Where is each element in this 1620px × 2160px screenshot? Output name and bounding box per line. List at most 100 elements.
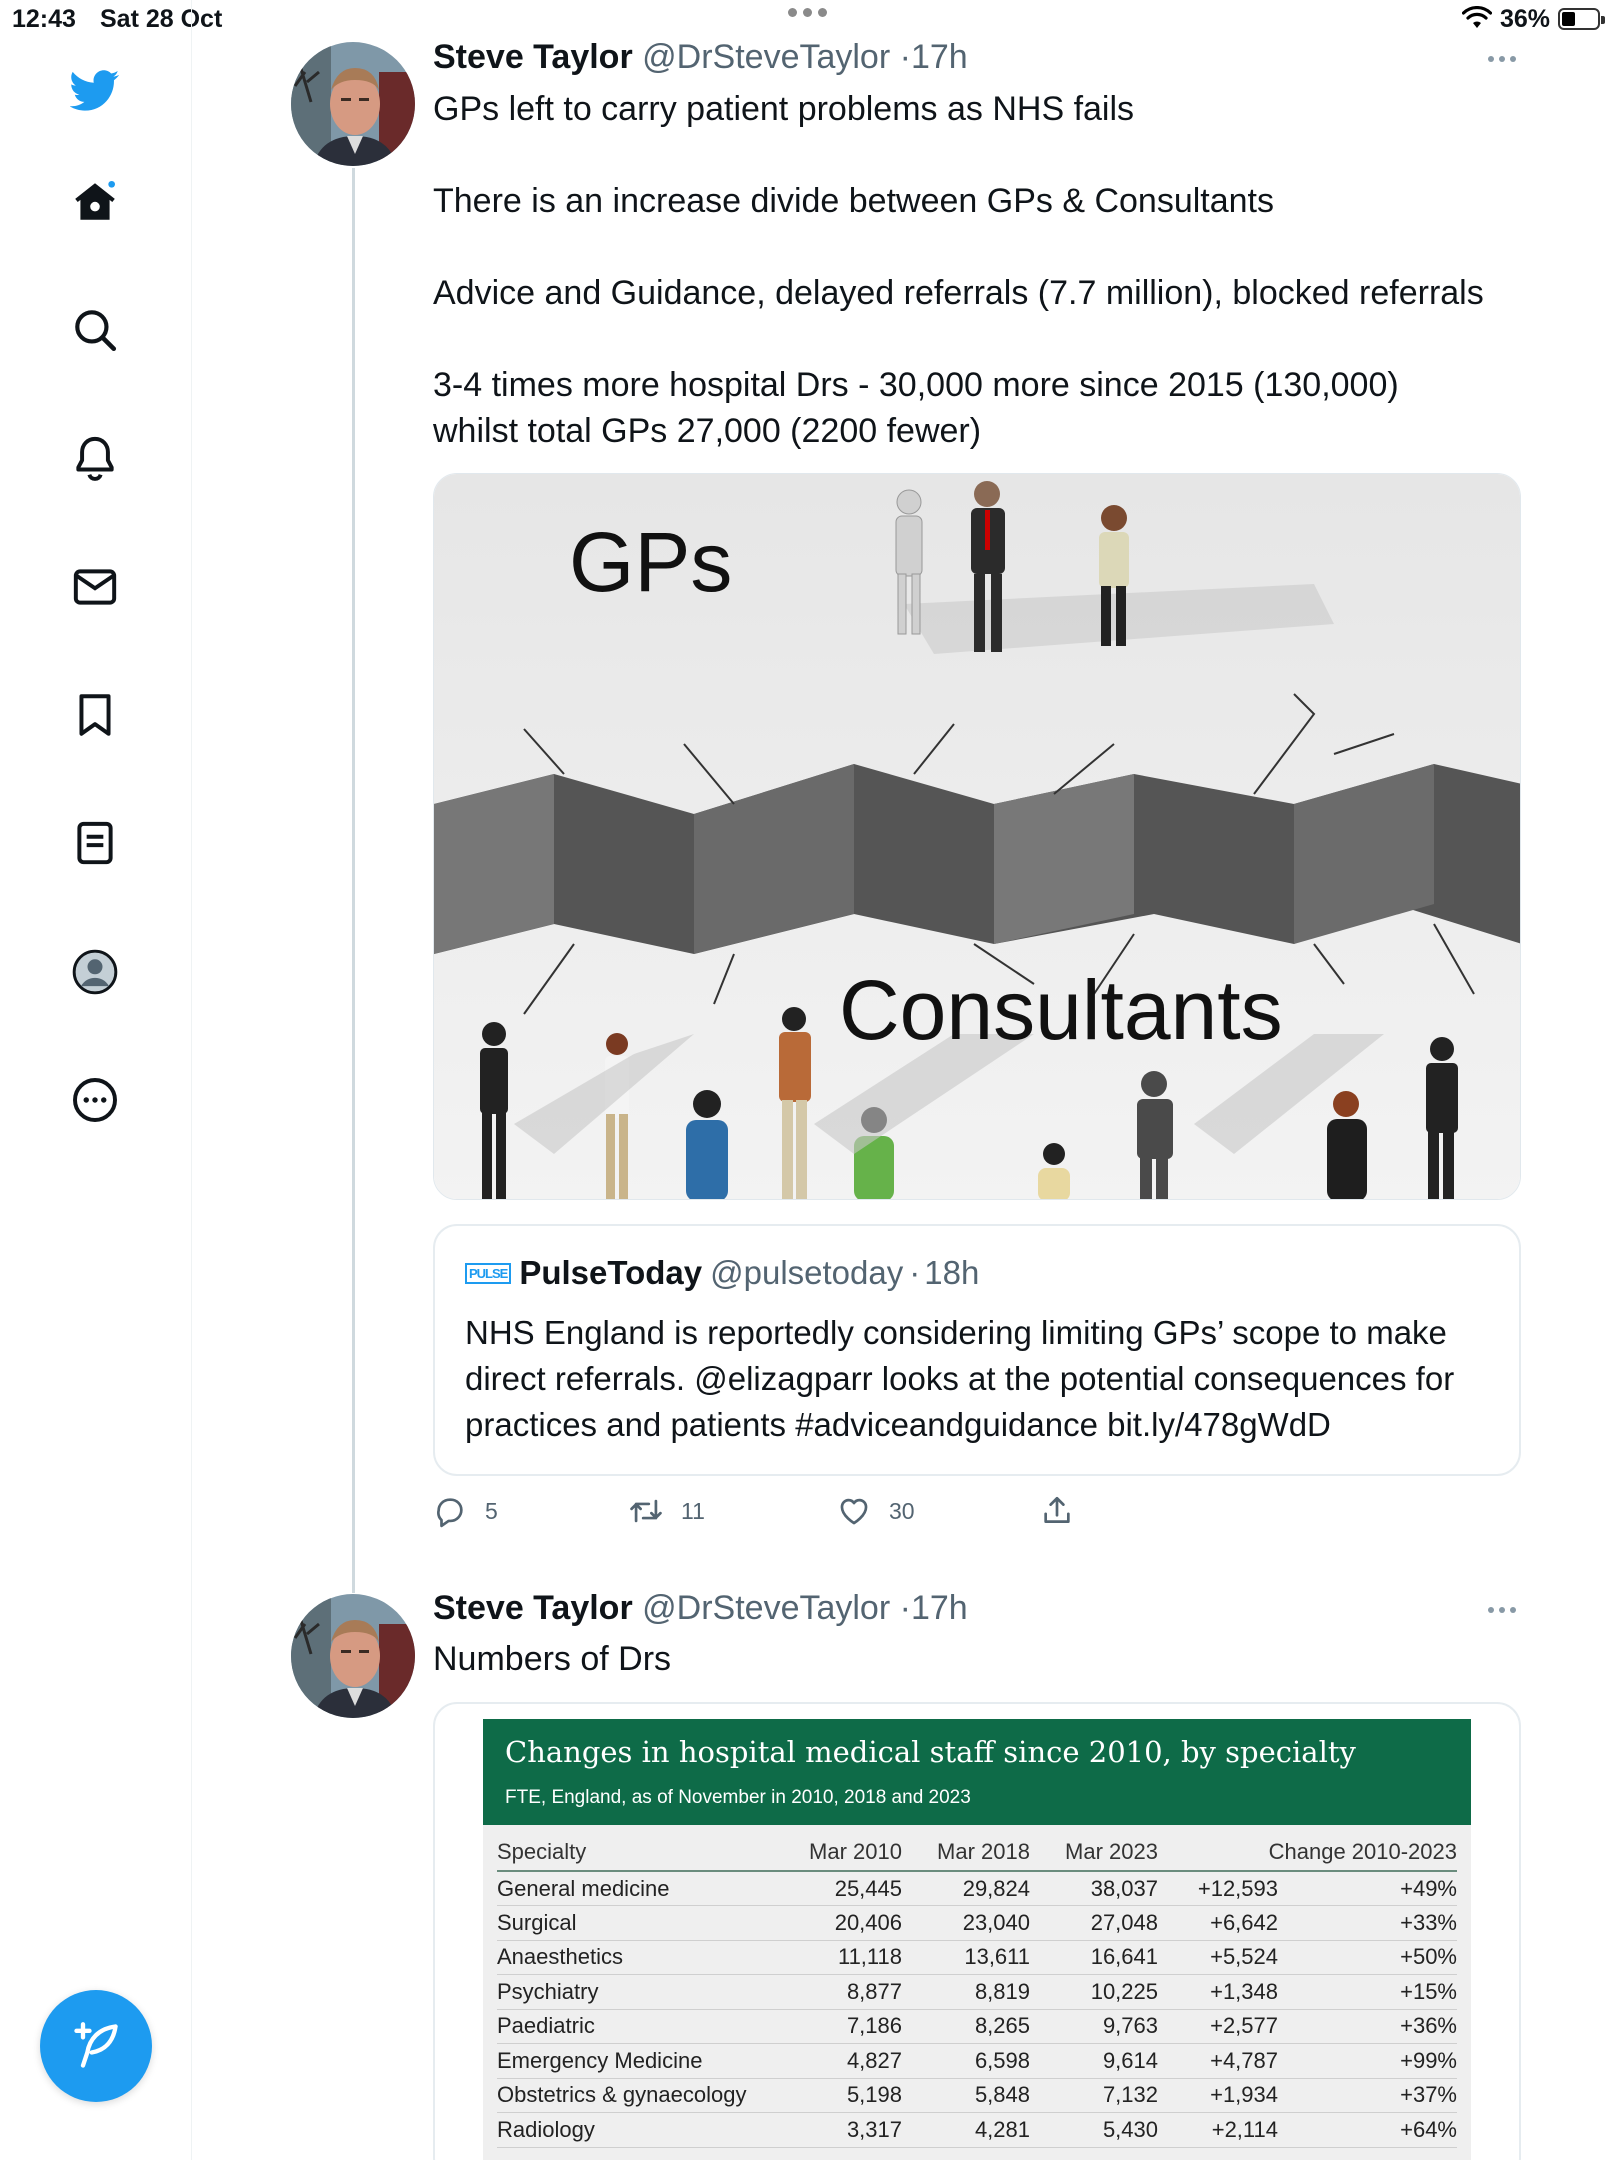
twitter-bird-icon[interactable] [63, 58, 127, 122]
column-header: Change 2010-2023 [1158, 1833, 1457, 1872]
specialty-cell: Psychiatry [497, 1974, 797, 2010]
compose-tweet-button[interactable] [40, 1990, 152, 2102]
retweet-icon [630, 1499, 662, 1523]
avatar[interactable] [291, 42, 415, 166]
heart-icon [840, 1498, 868, 1525]
table-row: Psychiatry 8,877 8,819 10,225 +1,348 +15% [497, 1974, 1457, 2010]
value-cell: 25,445 [797, 1871, 902, 1906]
table-row: General medicine 25,445 29,824 38,037 +12,59… [497, 1871, 1457, 1906]
tweet-more-button[interactable] [1488, 53, 1520, 65]
status-bar: 12:43 Sat 28 Oct 36% [0, 0, 1620, 40]
tweet-body: GPs left to carry patient problems as NH… [433, 86, 1513, 454]
specialty-cell: Radiology [497, 2112, 797, 2148]
value-cell: 23,040 [902, 1905, 1030, 1941]
value-cell: 4,281 [902, 2112, 1030, 2148]
separator-dot: · [899, 38, 911, 76]
table-header-row: Specialty Mar 2010 Mar 2018 Mar 2023 Cha… [497, 1833, 1457, 1872]
share-button[interactable] [1040, 1494, 1074, 1528]
value-cell: 16,641 [1030, 1940, 1158, 1975]
value-cell: 7,132 [1030, 2078, 1158, 2113]
share-icon [1044, 1496, 1070, 1523]
like-button[interactable]: 30 [837, 1494, 915, 1528]
lists-icon[interactable] [63, 811, 127, 875]
table-row: Radiology 3,317 4,281 5,430 +2,114 +64% [497, 2112, 1457, 2148]
reply-icon [437, 1498, 463, 1528]
tweet-line: Advice and Guidance, delayed referrals (… [433, 274, 1484, 312]
value-cell: 9,763 [1030, 2009, 1158, 2044]
table-row: Emergency Medicine 4,827 6,598 9,614 +4,787 +… [497, 2043, 1457, 2079]
value-cell: +2,114 [1158, 2112, 1278, 2148]
separator-dot: · [899, 1589, 911, 1627]
value-cell: +1,348 [1158, 1974, 1278, 2010]
avatar[interactable] [291, 1594, 415, 1718]
author-name[interactable]: Steve Taylor [433, 1589, 633, 1627]
value-cell: 5,430 [1030, 2112, 1158, 2148]
value-cell: +64% [1278, 2112, 1457, 2148]
search-icon[interactable] [63, 298, 127, 362]
battery-icon [1558, 8, 1605, 30]
battery-percentage: 36% [1500, 5, 1551, 33]
staff-table: Specialty Mar 2010 Mar 2018 Mar 2023 Cha… [497, 1833, 1457, 2148]
value-cell: 5,198 [797, 2078, 902, 2113]
specialty-cell: Obstetrics & gynaecology [497, 2078, 797, 2113]
compose-icon [74, 2022, 118, 2068]
quoted-tweet[interactable]: PULSE PulseToday @pulsetoday · 18h NHS E… [433, 1224, 1521, 1476]
value-cell: 8,877 [797, 1974, 902, 2010]
multitasking-dots-icon[interactable] [788, 8, 827, 17]
thread-connector-line [352, 168, 355, 1593]
bookmarks-icon[interactable] [63, 683, 127, 747]
home-icon[interactable] [63, 170, 127, 234]
value-cell: 7,186 [797, 2009, 902, 2044]
table-subtitle: FTE, England, as of November in 2010, 20… [505, 1787, 971, 1808]
quoted-tweet-time: 18h [924, 1254, 980, 1291]
tweet-image-table[interactable]: Changes in hospital medical staff since … [433, 1702, 1521, 2160]
value-cell: +36% [1278, 2009, 1457, 2044]
author-name[interactable]: Steve Taylor [433, 38, 633, 76]
value-cell: +2,577 [1158, 2009, 1278, 2044]
specialty-cell: Anaesthetics [497, 1940, 797, 1975]
tweet-more-button[interactable] [1488, 1604, 1520, 1616]
tweet-image[interactable]: GPs Consultants [433, 473, 1521, 1200]
retweet-count: 11 [681, 1497, 705, 1524]
tweet-actions: 5 11 30 [433, 1494, 1533, 1534]
value-cell: 11,118 [797, 1940, 902, 1975]
column-header: Mar 2023 [1030, 1833, 1158, 1872]
author-handle[interactable]: @DrSteveTaylor [642, 1589, 890, 1627]
specialty-cell: Paediatric [497, 2009, 797, 2044]
quoted-tweet-header: PULSE PulseToday @pulsetoday · 18h [465, 1254, 979, 1292]
value-cell: +49% [1278, 1871, 1457, 1906]
quoted-author-name: PulseToday [519, 1254, 703, 1291]
value-cell: 38,037 [1030, 1871, 1158, 1906]
author-handle[interactable]: @DrSteveTaylor [642, 38, 890, 76]
value-cell: +99% [1278, 2043, 1457, 2079]
table-body: Specialty Mar 2010 Mar 2018 Mar 2023 Cha… [483, 1825, 1471, 2160]
like-count: 30 [889, 1497, 915, 1524]
quoted-author-handle: @pulsetoday [710, 1254, 904, 1291]
pulse-logo-icon: PULSE [465, 1262, 512, 1284]
value-cell: 8,265 [902, 2009, 1030, 2044]
value-cell: +6,642 [1158, 1905, 1278, 1941]
tweet-time[interactable]: 17h [911, 1589, 968, 1627]
value-cell: +4,787 [1158, 2043, 1278, 2079]
notifications-icon[interactable] [63, 426, 127, 490]
image-label-consultants: Consultants [839, 963, 1283, 1057]
tweet-time[interactable]: 17h [911, 38, 968, 76]
specialty-cell: Surgical [497, 1905, 797, 1941]
table-row: Surgical 20,406 23,040 27,048 +6,642 +33% [497, 1905, 1457, 1941]
value-cell: 6,598 [902, 2043, 1030, 2079]
tweet-line: 3-4 times more hospital Drs - 30,000 mor… [433, 366, 1399, 450]
profile-icon[interactable] [63, 940, 127, 1004]
tweet-line: GPs left to carry patient problems as NH… [433, 90, 1135, 128]
column-header: Mar 2018 [902, 1833, 1030, 1872]
reply-button[interactable]: 5 [433, 1494, 498, 1528]
specialty-cell: General medicine [497, 1871, 797, 1906]
image-label-gps: GPs [569, 515, 733, 609]
value-cell: +37% [1278, 2078, 1457, 2113]
messages-icon[interactable] [63, 555, 127, 619]
more-icon[interactable] [63, 1068, 127, 1132]
specialty-cell: Emergency Medicine [497, 2043, 797, 2079]
tweet-header: Steve Taylor @DrSteveTaylor ·17h [433, 1589, 968, 1628]
value-cell: 5,848 [902, 2078, 1030, 2113]
retweet-button[interactable]: 11 [629, 1494, 705, 1528]
value-cell: 20,406 [797, 1905, 902, 1941]
